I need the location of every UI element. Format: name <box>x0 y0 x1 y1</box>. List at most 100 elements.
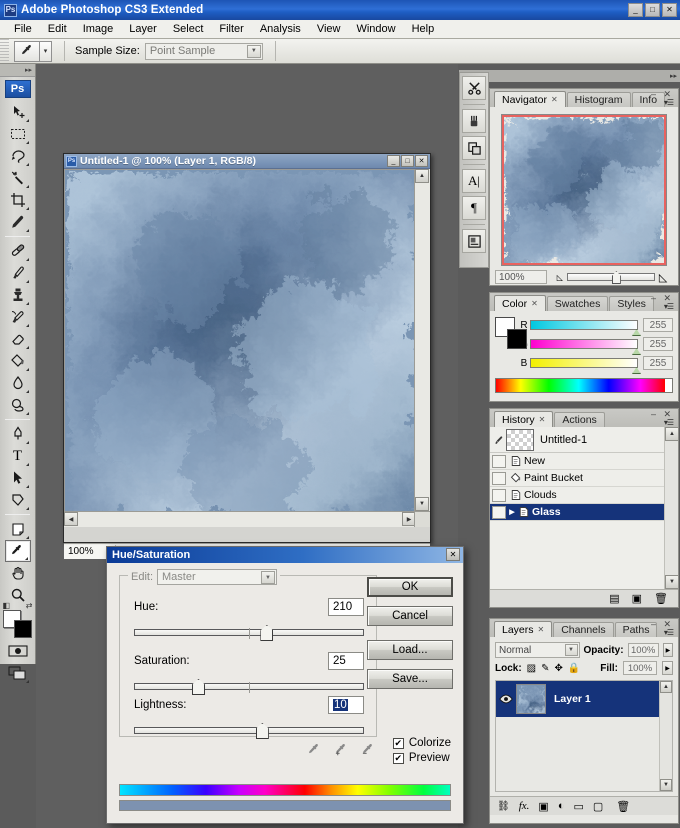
menu-item-edit[interactable]: Edit <box>40 21 75 37</box>
save-button[interactable]: Save... <box>367 669 453 689</box>
slider-knob[interactable] <box>632 329 641 336</box>
navigator-zoom-value[interactable]: 100% <box>495 270 547 284</box>
eyedropper-add-icon[interactable] <box>334 743 349 761</box>
zoom-in-icon[interactable]: ◺ <box>659 271 667 284</box>
tool-magic-wand[interactable] <box>5 167 31 189</box>
panel-menu-icon[interactable]: ▾☰ <box>664 98 674 107</box>
history-snapshot-row[interactable]: Untitled-1 <box>490 427 678 453</box>
scroll-down-button[interactable]: ▼ <box>665 575 679 589</box>
chevron-down-icon[interactable]: ▼ <box>564 644 578 656</box>
edit-channel-select[interactable]: Master ▼ <box>157 569 278 585</box>
tab-styles[interactable]: Styles <box>609 296 654 311</box>
tab-layers[interactable]: Layers ✕ <box>494 621 553 637</box>
quick-mask-toggle[interactable] <box>5 640 31 662</box>
colorize-checkbox-row[interactable]: ✔ Colorize <box>392 737 451 749</box>
tool-type[interactable]: T <box>5 445 31 467</box>
layer-thumbnail[interactable] <box>516 684 546 714</box>
screen-mode-toggle[interactable] <box>5 662 31 684</box>
resize-grip[interactable] <box>414 511 430 527</box>
tool-paint-bucket[interactable] <box>5 350 31 372</box>
close-icon[interactable]: ✕ <box>539 415 546 424</box>
chevron-down-icon[interactable]: ▼ <box>246 44 261 58</box>
slider-knob[interactable] <box>632 348 641 355</box>
canvas-vertical-scrollbar[interactable]: ▲ ▼ <box>414 169 430 527</box>
tool-brush[interactable] <box>5 262 31 284</box>
menu-item-select[interactable]: Select <box>165 21 212 37</box>
create-document-from-state-icon[interactable]: ▤ <box>609 592 619 605</box>
channel-value-r[interactable]: 255 <box>643 318 673 332</box>
link-layers-icon[interactable]: ⛓ <box>497 801 510 812</box>
menu-item-help[interactable]: Help <box>404 21 443 37</box>
tab-color[interactable]: Color ✕ <box>494 295 546 311</box>
panel-minimize-icon[interactable]: – <box>651 409 656 419</box>
delete-state-icon[interactable]: 🗑 <box>654 592 668 605</box>
result-color-ramp[interactable] <box>119 800 451 811</box>
tab-swatches[interactable]: Swatches <box>546 296 609 311</box>
layers-scrollbar[interactable]: ▲ ▼ <box>659 681 672 791</box>
navigator-thumbnail[interactable] <box>501 114 667 266</box>
active-tool-eyedropper-icon[interactable] <box>14 40 40 62</box>
tool-marquee[interactable] <box>5 123 31 145</box>
background-color-swatch[interactable] <box>507 329 527 349</box>
history-brush-checkbox[interactable] <box>492 505 506 519</box>
tool-shape[interactable] <box>5 489 31 511</box>
tab-actions[interactable]: Actions <box>554 412 605 427</box>
tab-history[interactable]: History ✕ <box>494 411 554 427</box>
document-minimize-button[interactable]: _ <box>387 155 400 167</box>
panel-minimize-icon[interactable]: – <box>651 293 656 303</box>
close-icon[interactable]: ✕ <box>531 299 538 308</box>
scroll-up-button[interactable]: ▲ <box>415 169 429 183</box>
panel-minimize-icon[interactable]: – <box>651 89 656 99</box>
tool-lasso[interactable] <box>5 145 31 167</box>
history-state-row[interactable]: Paint Bucket <box>490 470 678 487</box>
opacity-value[interactable]: 100% <box>627 643 659 657</box>
scroll-up-button[interactable]: ▲ <box>665 427 679 441</box>
tool-blur[interactable] <box>5 372 31 394</box>
preview-checkbox[interactable]: ✔ <box>392 752 404 764</box>
panel-minimize-icon[interactable]: – <box>651 619 656 629</box>
color-panel-swatches[interactable] <box>495 317 527 349</box>
tab-histogram[interactable]: Histogram <box>566 92 631 107</box>
layer-mask-icon[interactable]: ▣ <box>538 800 548 813</box>
menu-item-image[interactable]: Image <box>75 21 122 37</box>
history-scrollbar[interactable]: ▲ ▼ <box>664 427 679 589</box>
tool-clone-stamp[interactable] <box>5 284 31 306</box>
sample-size-select[interactable]: Point Sample ▼ <box>144 42 263 60</box>
menu-item-filter[interactable]: Filter <box>211 21 251 37</box>
tool-presets-icon[interactable] <box>462 76 486 100</box>
character-icon[interactable]: A| <box>462 169 486 193</box>
history-brush-checkbox[interactable] <box>492 488 506 502</box>
eyedropper-subtract-icon[interactable] <box>361 743 376 761</box>
scroll-down-button[interactable]: ▼ <box>415 497 429 511</box>
fill-value[interactable]: 100% <box>623 661 657 675</box>
tool-path-selection[interactable] <box>5 467 31 489</box>
canvas-horizontal-scrollbar[interactable]: ◀ ▶ <box>64 511 416 527</box>
scroll-down-button[interactable]: ▼ <box>660 779 672 791</box>
menu-item-view[interactable]: View <box>309 21 349 37</box>
scroll-left-button[interactable]: ◀ <box>64 512 78 526</box>
lock-transparent-pixels-icon[interactable]: ▨ <box>527 663 536 674</box>
tab-channels[interactable]: Channels <box>553 622 614 637</box>
saturation-value-input[interactable]: 25 <box>328 652 364 670</box>
slider-knob[interactable] <box>632 367 641 374</box>
blend-mode-select[interactable]: Normal ▼ <box>495 642 580 658</box>
tool-move[interactable] <box>5 101 31 123</box>
tool-preset-dropdown[interactable]: ▾ <box>40 40 52 62</box>
load-button[interactable]: Load... <box>367 640 453 660</box>
brushes-icon[interactable] <box>462 109 486 133</box>
options-bar-gripper[interactable] <box>0 39 9 63</box>
tool-dodge[interactable] <box>5 394 31 416</box>
tab-navigator[interactable]: Navigator ✕ <box>494 91 566 107</box>
tool-eraser[interactable] <box>5 328 31 350</box>
document-maximize-button[interactable]: □ <box>401 155 414 167</box>
fill-stepper[interactable]: ▶ <box>662 661 673 675</box>
document-title-bar[interactable]: Ps Untitled-1 @ 100% (Layer 1, RGB/8) _ … <box>64 154 430 169</box>
adjustment-layer-icon[interactable]: ◐ <box>558 800 565 812</box>
maximize-button[interactable]: □ <box>645 3 660 17</box>
tool-hand[interactable] <box>5 562 31 584</box>
hue-slider-track[interactable] <box>134 625 364 641</box>
layer-comps-icon[interactable] <box>462 229 486 253</box>
delete-layer-icon[interactable]: 🗑 <box>616 800 630 813</box>
panel-menu-icon[interactable]: ▾☰ <box>664 628 674 637</box>
color-spectrum-ramp[interactable] <box>495 378 673 393</box>
